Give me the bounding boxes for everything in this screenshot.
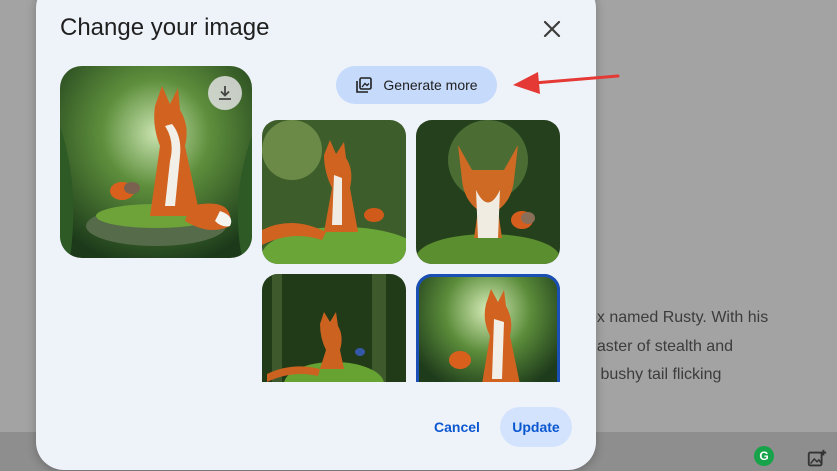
annotation-arrow-icon	[513, 72, 620, 94]
cancel-button[interactable]: Cancel	[424, 408, 490, 446]
add-image-icon[interactable]	[806, 448, 828, 470]
document-text-line: ox named Rusty. With his	[588, 309, 769, 326]
image-option-3[interactable]	[262, 274, 406, 382]
document-text-line: naster of stealth and	[588, 338, 733, 355]
close-icon	[543, 20, 561, 38]
image-stack-icon	[356, 77, 373, 93]
generate-more-label: Generate more	[383, 77, 478, 93]
dialog-title: Change your image	[60, 14, 270, 41]
image-option-4[interactable]	[416, 274, 560, 382]
generate-more-button[interactable]: Generate more	[336, 66, 497, 104]
update-button[interactable]: Update	[500, 407, 572, 447]
download-button[interactable]	[208, 76, 242, 110]
document-text-line: s bushy tail flicking	[588, 366, 722, 383]
selected-image-preview	[60, 66, 252, 258]
grammarly-icon[interactable]: G	[754, 446, 774, 466]
close-button[interactable]	[538, 15, 566, 43]
download-icon	[219, 86, 231, 100]
image-option-2[interactable]	[416, 120, 560, 264]
image-options-grid	[262, 120, 562, 382]
image-option-1[interactable]	[262, 120, 406, 264]
